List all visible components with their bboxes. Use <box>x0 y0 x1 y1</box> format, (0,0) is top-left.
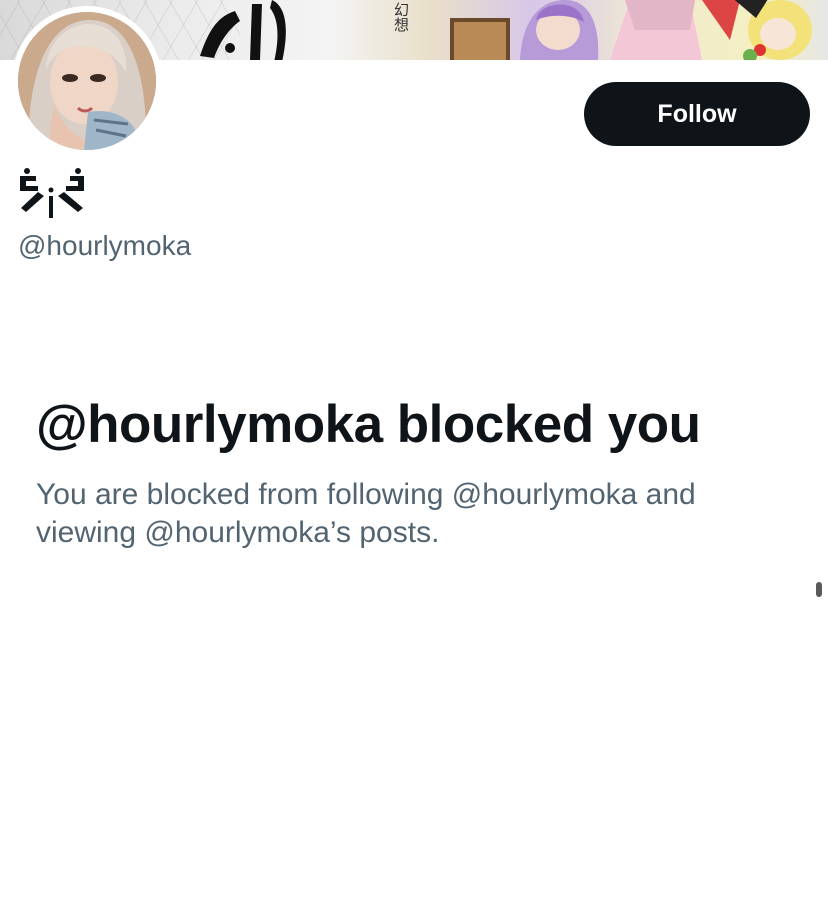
profile-handle: @hourlymoka <box>18 230 192 261</box>
custom-glyph-icon <box>20 168 84 218</box>
banner-anime-art-image <box>450 0 812 60</box>
scrollbar-thumb[interactable] <box>816 582 822 597</box>
banner-calligraphy-image <box>200 0 286 60</box>
avatar-photo <box>18 12 156 150</box>
avatar-portrait-image <box>18 12 156 150</box>
profile-avatar[interactable] <box>12 6 162 156</box>
follow-button[interactable]: Follow <box>584 82 810 146</box>
banner-kanji: 幻想 <box>392 2 410 32</box>
blocked-description: You are blocked from following @hourlymo… <box>36 478 696 549</box>
profile-page: 幻想 Follow @hourlymoka @hourlymoka blocke… <box>0 0 828 906</box>
blocked-title: @hourlymoka blocked you <box>36 395 701 454</box>
